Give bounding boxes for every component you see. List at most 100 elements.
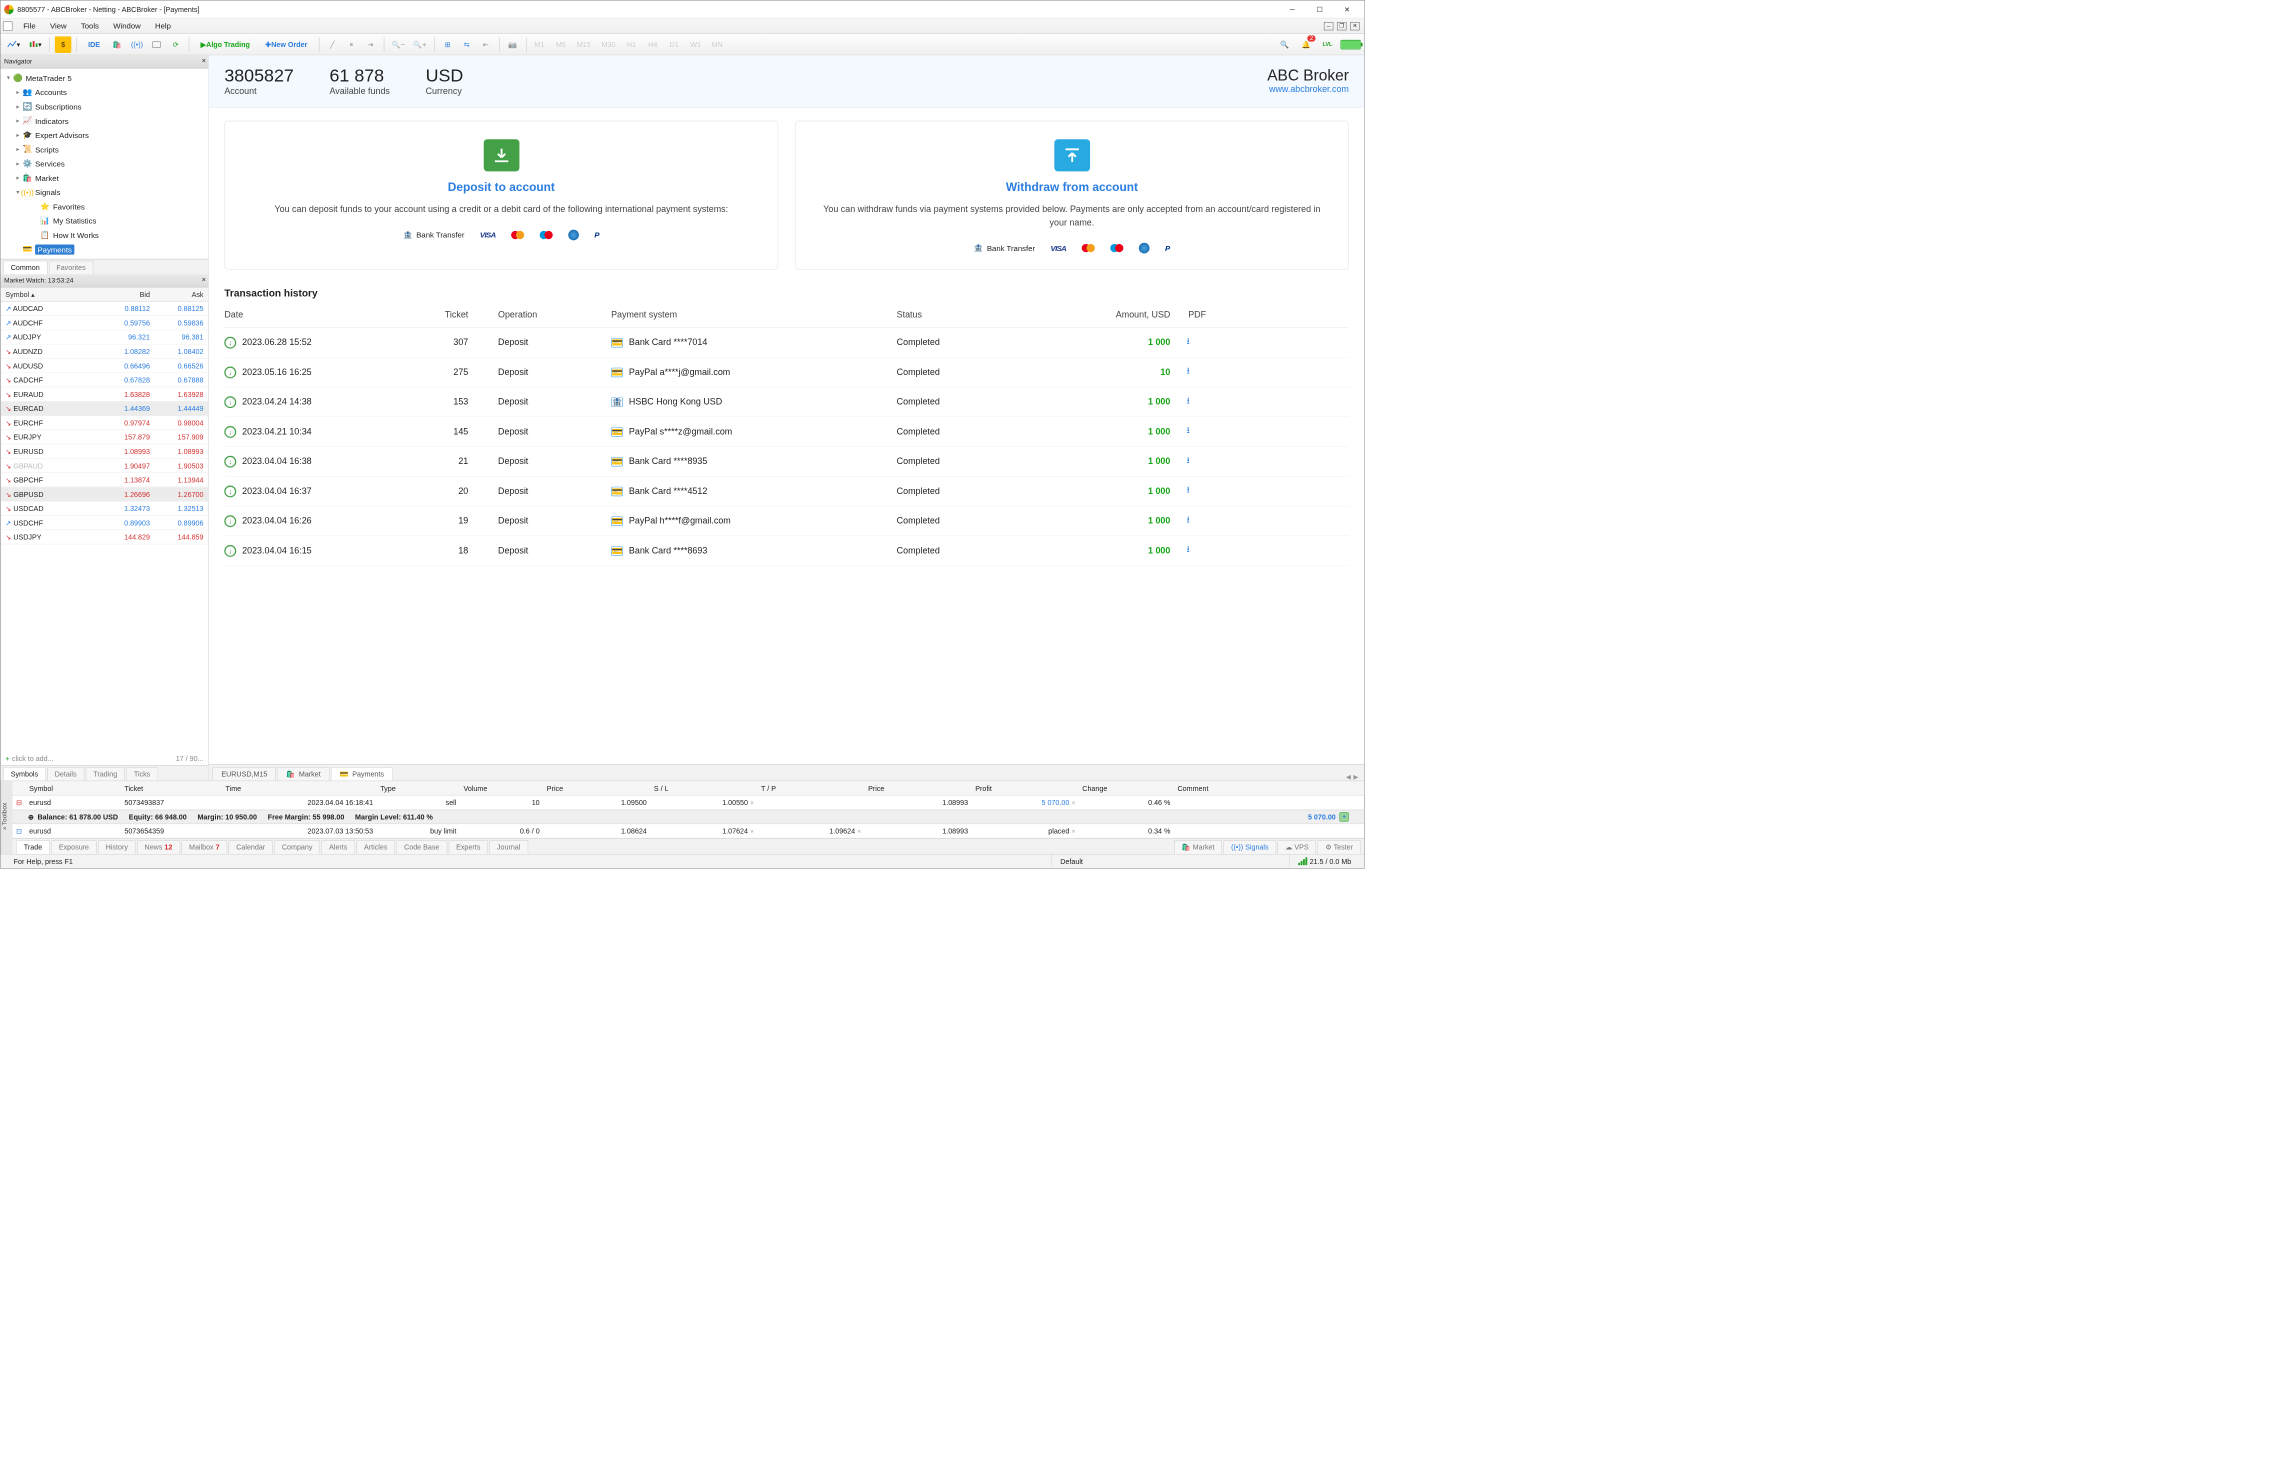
toolbox-label[interactable]: ×Toolbox xyxy=(1,781,13,854)
navigator-close-icon[interactable]: × xyxy=(202,57,206,65)
toolbox-tab[interactable]: Trade xyxy=(16,840,50,854)
new-order-button[interactable]: ✚ New Order xyxy=(259,36,314,53)
broker-url[interactable]: www.abcbroker.com xyxy=(1267,84,1349,94)
mw-row[interactable]: ↘ EURCAD1.443691.44449 xyxy=(1,402,209,416)
refresh-icon[interactable]: ⟳ xyxy=(167,36,184,53)
mdi-restore[interactable]: ❐ xyxy=(1337,22,1347,30)
nav-item[interactable]: ⭐Favorites xyxy=(1,199,209,213)
mw-header[interactable]: Symbol ▴ Bid Ask xyxy=(1,287,209,301)
nav-item[interactable]: ▸🛍️Market xyxy=(1,171,209,185)
withdraw-card[interactable]: Withdraw from account You can withdraw f… xyxy=(795,121,1349,270)
toolbox-tab[interactable]: Exposure xyxy=(51,840,97,854)
status-profile[interactable]: Default xyxy=(1052,854,1290,868)
close-button[interactable]: ✕ xyxy=(1333,0,1360,18)
scroll-end-icon[interactable]: ⇥ xyxy=(362,36,379,53)
nav-signals[interactable]: ▾((•))Signals xyxy=(1,185,209,199)
nav-item[interactable]: ▸📜Scripts xyxy=(1,142,209,156)
minimize-button[interactable]: ─ xyxy=(1279,0,1306,18)
timeframe-D1[interactable]: D1 xyxy=(666,36,683,53)
zoom-out-icon[interactable]: 🔍− xyxy=(389,36,408,53)
tile-windows-icon[interactable]: ⊞ xyxy=(439,36,456,53)
signal-icon[interactable]: ((•)) xyxy=(128,36,146,53)
history-row[interactable]: ↓2023.04.04 16:3821Deposit💳Bank Card ***… xyxy=(224,447,1349,477)
maximize-button[interactable]: ☐ xyxy=(1306,0,1333,18)
timeframe-W1[interactable]: W1 xyxy=(687,36,704,53)
tab-trading[interactable]: Trading xyxy=(86,767,125,781)
candle-chart-icon[interactable]: ▾ xyxy=(26,36,45,53)
tab-chart[interactable]: EURUSD,M15 xyxy=(212,767,276,781)
tab-signals-right[interactable]: ((•)) Signals xyxy=(1223,840,1276,854)
download-pdf-icon[interactable]: ⭳ xyxy=(1170,365,1206,380)
marketwatch-close-icon[interactable]: × xyxy=(202,275,206,283)
nav-item[interactable]: ▸🎓Expert Advisors xyxy=(1,128,209,142)
download-pdf-icon[interactable]: ⭳ xyxy=(1170,454,1206,469)
history-row[interactable]: ↓2023.05.16 16:25275Deposit💳PayPal a****… xyxy=(224,358,1349,388)
nav-item[interactable]: 📊My Statistics xyxy=(1,214,209,228)
tab-symbols[interactable]: Symbols xyxy=(3,767,46,781)
tab-payments[interactable]: 💳Payments xyxy=(331,767,393,781)
toolbox-tab[interactable]: News 12 xyxy=(137,840,180,854)
mw-row[interactable]: ↘ EURUSD1.089931.08993 xyxy=(1,444,209,458)
history-row[interactable]: ↓2023.04.21 10:34145Deposit💳PayPal s****… xyxy=(224,417,1349,447)
history-row[interactable]: ↓2023.04.24 14:38153Deposit🏦HSBC Hong Ko… xyxy=(224,387,1349,417)
menu-help[interactable]: Help xyxy=(148,20,178,32)
tab-common[interactable]: Common xyxy=(3,261,47,275)
mw-row[interactable]: ↘ AUDUSD0.664960.66526 xyxy=(1,359,209,373)
history-row[interactable]: ↓2023.04.04 16:1518Deposit💳Bank Card ***… xyxy=(224,536,1349,566)
mw-row[interactable]: ↗ AUDCAD0.881120.88125 xyxy=(1,302,209,316)
algo-trading-button[interactable]: ▶ Algo Trading xyxy=(194,36,256,53)
nav-item[interactable]: 📋How It Works xyxy=(1,228,209,242)
menu-window[interactable]: Window xyxy=(106,20,148,32)
search-icon[interactable]: 🔍 xyxy=(1276,36,1293,53)
timeframe-H1[interactable]: H1 xyxy=(623,36,640,53)
tab-details[interactable]: Details xyxy=(47,767,84,781)
toolbox-tab[interactable]: History xyxy=(98,840,136,854)
toolbox-tab[interactable]: Mailbox 7 xyxy=(181,840,227,854)
tab-market[interactable]: 🛍️Market xyxy=(277,767,329,781)
lvl-icon[interactable]: LVL xyxy=(1319,36,1336,53)
tab-tester-right[interactable]: ⚙ Tester xyxy=(1318,840,1361,854)
mw-row[interactable]: ↗ USDCHF0.899030.89906 xyxy=(1,516,209,530)
mw-row[interactable]: ↘ GBPCHF1.138741.13944 xyxy=(1,473,209,487)
order-row[interactable]: ⊡ eurusd 5073654359 2023.07.03 13:50:53 … xyxy=(12,824,1364,838)
step-icon[interactable]: ⇤ xyxy=(477,36,494,53)
shopping-bag-icon[interactable]: 🛍️ xyxy=(109,36,126,53)
tab-favorites[interactable]: Favorites xyxy=(49,261,94,275)
toolbox-tab[interactable]: Company xyxy=(274,840,320,854)
line-tool-icon[interactable]: ╱ xyxy=(324,36,341,53)
timeframe-M15[interactable]: M15 xyxy=(574,36,594,53)
download-pdf-icon[interactable]: ⭳ xyxy=(1170,543,1206,558)
download-pdf-icon[interactable]: ⭳ xyxy=(1170,484,1206,499)
toolbox-tab[interactable]: Journal xyxy=(489,840,528,854)
tab-market-right[interactable]: 🛍️ Market xyxy=(1174,840,1222,854)
mw-row[interactable]: ↘ USDCAD1.324731.32513 xyxy=(1,502,209,516)
sync-icon[interactable]: ⇆ xyxy=(458,36,475,53)
menu-file[interactable]: File xyxy=(16,20,43,32)
mw-row[interactable]: ↘ GBPUSD1.266961.26700 xyxy=(1,487,209,501)
camera-icon[interactable]: 📷 xyxy=(504,36,521,53)
nav-item[interactable]: ▸📈Indicators xyxy=(1,114,209,128)
mw-row[interactable]: ↗ AUDJPY96.32196.381 xyxy=(1,330,209,344)
toolbox-tab[interactable]: Experts xyxy=(448,840,488,854)
pause-icon[interactable]: ⏸ xyxy=(343,36,360,53)
mw-row[interactable]: ↘ AUDNZD1.082821.08402 xyxy=(1,345,209,359)
toolbox-tab[interactable]: Calendar xyxy=(228,840,272,854)
mw-row[interactable]: ↘ EURCHF0.979740.98004 xyxy=(1,416,209,430)
download-pdf-icon[interactable]: ⭳ xyxy=(1170,424,1206,439)
menu-tools[interactable]: Tools xyxy=(74,20,106,32)
zoom-in-icon[interactable]: 🔍+ xyxy=(410,36,429,53)
add-icon[interactable]: + xyxy=(1339,812,1349,822)
history-row[interactable]: ↓2023.04.04 16:3720Deposit💳Bank Card ***… xyxy=(224,477,1349,507)
download-pdf-icon[interactable]: ⭳ xyxy=(1170,335,1206,350)
history-row[interactable]: ↓2023.06.28 15:52307Deposit💳Bank Card **… xyxy=(224,328,1349,358)
toolbox-header[interactable]: Symbol Ticket Time Type Volume Price S /… xyxy=(12,781,1364,795)
ide-button[interactable]: IDE xyxy=(82,36,107,53)
nav-payments[interactable]: 💳Payments xyxy=(1,242,209,256)
timeframe-M5[interactable]: M5 xyxy=(552,36,569,53)
tab-vps-right[interactable]: ☁ VPS xyxy=(1278,840,1317,854)
toolbox-tab[interactable]: Articles xyxy=(356,840,395,854)
nav-item[interactable]: ▸👥Accounts xyxy=(1,85,209,99)
download-pdf-icon[interactable]: ⭳ xyxy=(1170,394,1206,409)
toolbox-tab[interactable]: Alerts xyxy=(321,840,355,854)
mw-row[interactable]: ↘ USDJPY144.829144.859 xyxy=(1,530,209,544)
